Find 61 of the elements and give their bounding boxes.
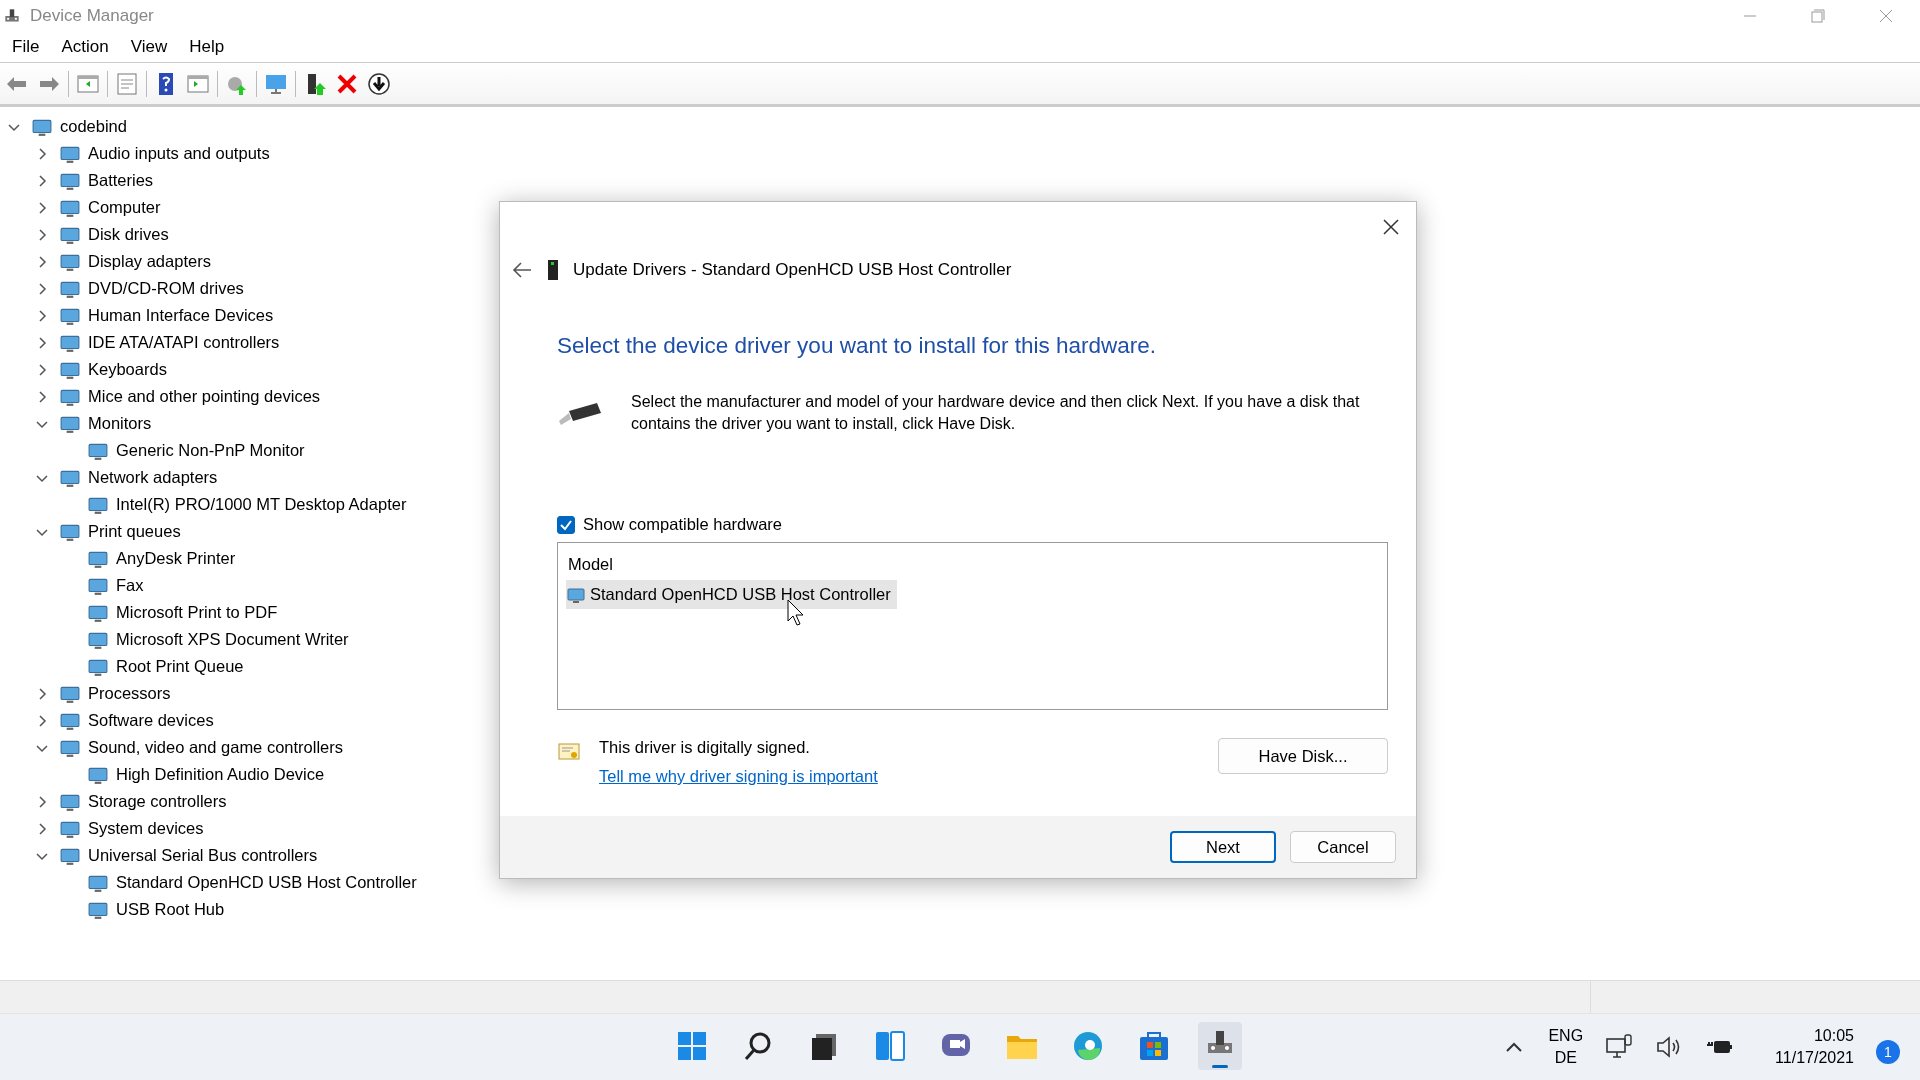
tree-item[interactable]: Universal Serial Bus controllers: [88, 846, 318, 865]
list-item[interactable]: Standard OpenHCD USB Host Controller: [566, 580, 897, 609]
tree-item[interactable]: codebind: [60, 117, 127, 136]
tree-item[interactable]: Intel(R) PRO/1000 MT Desktop Adapter: [116, 495, 407, 514]
mouse-pointer-icon: [787, 599, 805, 627]
download-icon[interactable]: [366, 70, 392, 97]
checkbox[interactable]: [557, 515, 575, 534]
cancel-button[interactable]: Cancel: [1290, 831, 1396, 863]
tree-item[interactable]: Standard OpenHCD USB Host Controller: [116, 873, 417, 892]
device-icon: [547, 259, 559, 281]
device-icon: [566, 585, 586, 604]
menu-item[interactable]: View: [122, 34, 176, 60]
checkbox-label[interactable]: Show compatible hardware: [583, 515, 783, 534]
tree-item[interactable]: Processors: [88, 684, 171, 703]
menu-item[interactable]: Help: [181, 34, 233, 60]
tree-item[interactable]: Root Print Queue: [116, 657, 244, 676]
notification-badge[interactable]: 1: [1876, 1040, 1900, 1064]
dialog-title: Update Drivers - Standard OpenHCD USB Host Controller: [573, 260, 1012, 280]
restore-icon: [1811, 9, 1825, 23]
tree-item[interactable]: Keyboards: [88, 360, 167, 379]
tree-item[interactable]: AnyDesk Printer: [116, 549, 236, 568]
tree-item[interactable]: Generic Non-PnP Monitor: [116, 441, 305, 460]
tree-item[interactable]: Mice and other pointing devices: [88, 387, 321, 406]
clock-date[interactable]: 11/17/2021: [1775, 1047, 1854, 1069]
tree-item[interactable]: Human Interface Devices: [88, 306, 274, 325]
column-header: Model: [568, 555, 614, 574]
driver-signing-link[interactable]: Tell me why driver signing is important: [599, 767, 878, 786]
tree-item[interactable]: Batteries: [88, 171, 154, 190]
tree-item[interactable]: High Definition Audio Device: [116, 765, 325, 784]
network-icon[interactable]: [1605, 1033, 1634, 1061]
tree-item[interactable]: DVD/CD-ROM drives: [88, 279, 244, 298]
clock-time[interactable]: 10:05: [1813, 1025, 1854, 1047]
tree-item[interactable]: Network adapters: [88, 468, 218, 487]
tree-item[interactable]: Disk drives: [88, 225, 169, 244]
tree-item[interactable]: Software devices: [88, 711, 214, 730]
tree-item[interactable]: Storage controllers: [88, 792, 227, 811]
menu-item[interactable]: File: [4, 34, 48, 60]
tree-item[interactable]: Fax: [116, 576, 144, 595]
next-button[interactable]: Next: [1170, 831, 1276, 863]
tree-item[interactable]: Audio inputs and outputs: [88, 144, 270, 163]
tree-item[interactable]: System devices: [88, 819, 204, 838]
close-icon: [1879, 9, 1893, 23]
signed-text: This driver is digitally signed.: [599, 738, 811, 757]
language-indicator[interactable]: DE: [1554, 1047, 1577, 1069]
tree-item[interactable]: USB Root Hub: [116, 900, 225, 919]
tree-item[interactable]: Computer: [88, 198, 161, 217]
have-disk-button[interactable]: Have Disk...: [1218, 738, 1388, 774]
window-title: Device Manager: [30, 6, 154, 26]
tree-item[interactable]: Microsoft XPS Document Writer: [116, 630, 349, 649]
tree-item[interactable]: Sound, video and game controllers: [88, 738, 343, 757]
close-icon: [1383, 219, 1399, 235]
taskbar-devmgr-button[interactable]: [1198, 1022, 1242, 1070]
dialog-heading: Select the device driver you want to install for this hardware.: [557, 333, 1158, 359]
language-indicator[interactable]: ENG: [1548, 1025, 1584, 1047]
tree-item[interactable]: Monitors: [88, 414, 152, 433]
instruction-text: Select the manufacturer and model of your hardware device and then click Next. If you have a disk that contains the driver you want to install, click Have Disk.: [631, 392, 1361, 434]
tree-item[interactable]: Print queues: [88, 522, 181, 541]
menu-item[interactable]: Action: [53, 34, 117, 60]
tree-item[interactable]: IDE ATA/ATAPI controllers: [88, 333, 280, 352]
tree-item[interactable]: Display adapters: [88, 252, 211, 271]
tree-item[interactable]: Microsoft Print to PDF: [116, 603, 278, 622]
